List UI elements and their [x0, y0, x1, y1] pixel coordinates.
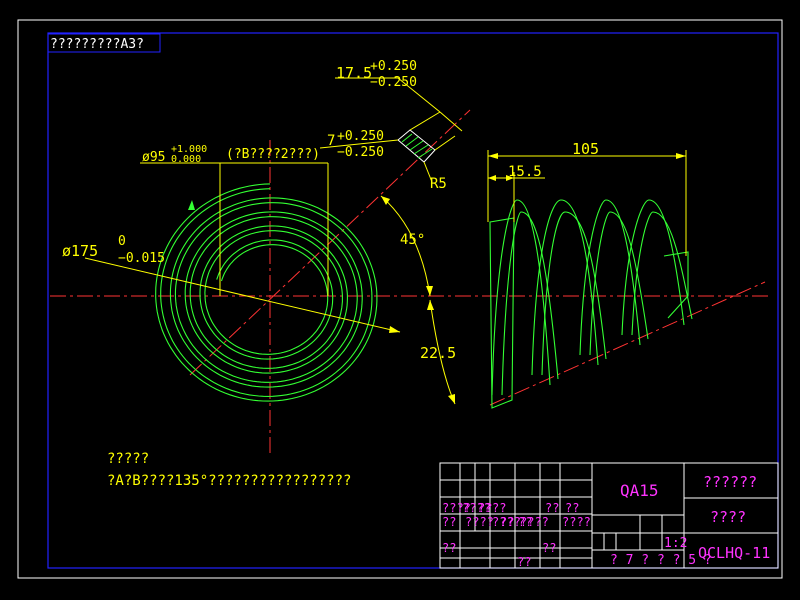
end-arrow-left: [488, 175, 496, 181]
inner-dia-note: (?B????2???): [226, 147, 320, 162]
width-main: 7: [327, 133, 335, 149]
title-block-cell: ????: [492, 515, 521, 529]
thickness-tol-lower: −0.250: [370, 75, 417, 90]
title-block-cell: ??: [545, 501, 559, 515]
radius-label: R5: [430, 176, 447, 192]
sheet-label: ? 7 ? ? ? 5 ?: [610, 553, 712, 568]
spiral-spring-view: [155, 183, 378, 402]
title-block-cell: ??: [565, 501, 579, 515]
arc-dim-label: 22.5: [420, 344, 456, 362]
spring-axis-line: [489, 281, 766, 406]
scale-value: 1:2: [664, 536, 687, 551]
outer-frame: [17, 19, 783, 579]
length-arrow-right: [676, 153, 686, 159]
outer-dia-main: ø175: [62, 242, 98, 260]
outer-dia-tol-lower: −0.015: [118, 251, 165, 266]
outer-dia-arrow: [389, 326, 400, 333]
thickness-ext-2: [409, 111, 441, 131]
length-total-label: 105: [572, 140, 599, 158]
title-block-row-label: ??: [542, 541, 556, 555]
thickness-ext-4: [434, 135, 456, 151]
title-note: ?????????A3?: [50, 37, 144, 52]
inner-dia-tol-lower: 0.000: [171, 154, 201, 165]
side-coil-inner-1: [501, 211, 559, 396]
arc-arrow-top: [427, 300, 434, 310]
arc-arrow-bottom: [448, 394, 455, 404]
spring-side-view: [489, 199, 693, 409]
spiral-coil-edge-2: [160, 188, 373, 397]
side-coil-1: [491, 199, 551, 396]
angle-label: 45°: [400, 232, 425, 248]
title-block-cell: ????: [520, 515, 549, 529]
notes-heading: ?????: [107, 451, 149, 467]
inner-dia-main: ø95: [142, 150, 165, 165]
outer-dia-tol-upper: 0: [118, 234, 126, 249]
thickness-tol-upper: +0.250: [370, 59, 417, 74]
wire-section: [397, 129, 436, 163]
title-block-cell: ??: [442, 541, 456, 555]
length-arrow-left: [488, 153, 498, 159]
width-tol-lower: −0.250: [337, 145, 384, 160]
title-block-cell: ??: [442, 515, 456, 529]
title-block-cell: ??: [517, 555, 531, 569]
length-end-label: 15.5: [508, 164, 542, 180]
material-label: ??????: [703, 473, 757, 491]
title-block-row-label: ??: [478, 501, 492, 515]
title-block-cell: ????: [562, 515, 591, 529]
width-tol-upper: +0.250: [337, 129, 384, 144]
spring-end-marker: [188, 200, 195, 210]
weight-label: ????: [710, 508, 746, 526]
angle-arrow-bottom: [426, 286, 433, 296]
outer-dia-leader: [84, 257, 401, 333]
title-block-row-label: ??: [492, 501, 506, 515]
spring-end-right: [663, 251, 689, 319]
title-block-cells: ????????????????????????????????????????…: [442, 501, 591, 569]
title-block-cell: ????: [465, 515, 494, 529]
notes-line-1: ?A?B????135°?????????????????: [107, 473, 351, 489]
part-name: QA15: [620, 481, 659, 500]
cad-drawing: ?????????A3? ø175 0 −0.015 ø95 +1.000 0.…: [17, 19, 783, 579]
thickness-main: 17.5: [336, 64, 372, 82]
